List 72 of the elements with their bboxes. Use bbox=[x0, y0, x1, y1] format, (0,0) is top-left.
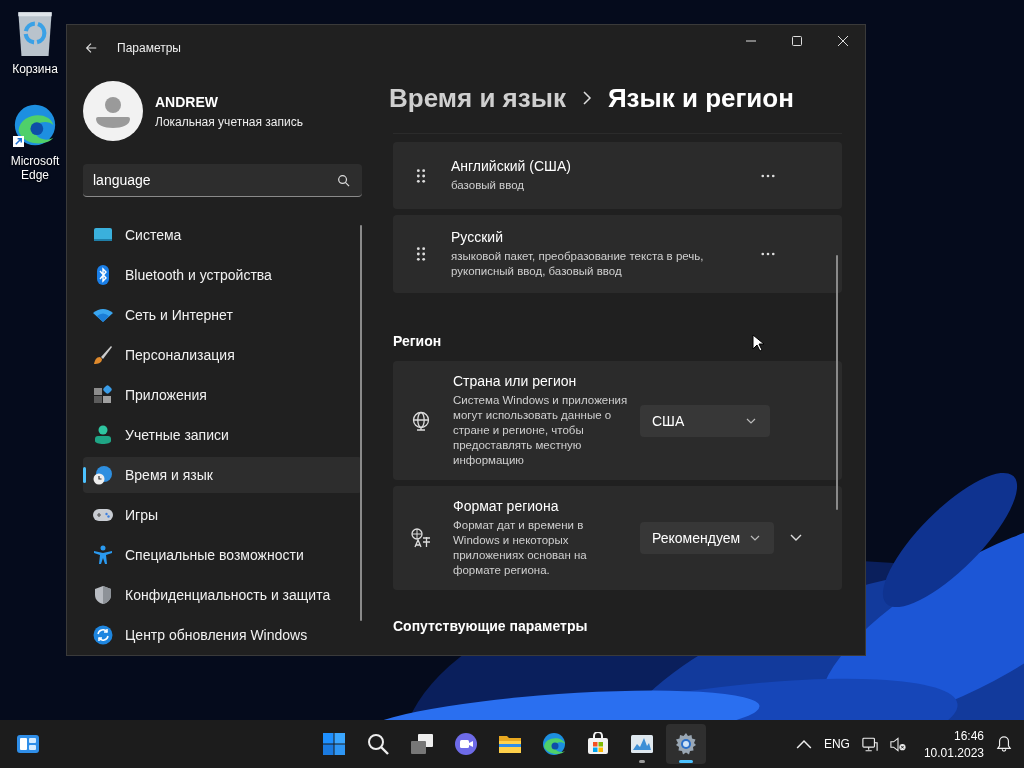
network-monitor-icon[interactable] bbox=[861, 736, 878, 752]
nav-item[interactable]: Сеть и Интернет bbox=[83, 297, 362, 333]
gear-icon bbox=[674, 732, 698, 756]
page-title: Язык и регион bbox=[607, 82, 794, 114]
drag-handle-icon[interactable] bbox=[415, 167, 427, 184]
clock-time[interactable]: 16:46 bbox=[953, 728, 984, 743]
nav-item[interactable]: Система bbox=[83, 217, 362, 253]
windows-logo-icon bbox=[322, 732, 346, 756]
more-icon[interactable] bbox=[761, 252, 775, 256]
widgets-icon[interactable] bbox=[16, 732, 40, 756]
section-heading: Регион bbox=[393, 333, 442, 349]
nav-item[interactable]: Центр обновления Windows bbox=[83, 617, 362, 653]
language-format-icon bbox=[411, 528, 431, 548]
nav-item[interactable]: Игры bbox=[83, 497, 362, 533]
search-icon[interactable] bbox=[337, 174, 350, 187]
setting-title: Формат региона bbox=[453, 498, 560, 514]
globe-icon bbox=[411, 410, 431, 431]
chevron-down-icon bbox=[750, 535, 761, 541]
cursor-icon bbox=[752, 334, 764, 352]
dropdown[interactable]: Рекомендуем bbox=[640, 522, 775, 554]
breadcrumb-link[interactable]: Время и язык bbox=[389, 82, 566, 114]
account-type: Локальная учетная запись bbox=[155, 114, 303, 129]
language-name: Английский (США) bbox=[451, 158, 572, 174]
dropdown[interactable]: США bbox=[640, 404, 770, 437]
task-view-icon bbox=[410, 732, 434, 756]
setting-description: Формат дат и времени в Windows и некоторых приложениях основан на формате региона. bbox=[453, 518, 588, 578]
expand-chevron-icon[interactable] bbox=[790, 534, 803, 542]
language-card[interactable]: Русский языковой пакет, преобразование текста в речь, рукописный ввод, базовый ввод bbox=[393, 215, 842, 293]
drag-handle-icon[interactable] bbox=[415, 246, 427, 262]
apps-icon bbox=[93, 385, 113, 405]
language-name: Русский bbox=[451, 229, 504, 245]
nav-item[interactable]: Время и язык bbox=[83, 457, 362, 493]
speaker-muted-icon[interactable] bbox=[889, 736, 906, 752]
maximize-icon[interactable] bbox=[791, 35, 803, 47]
accessibility-icon bbox=[93, 545, 113, 565]
close-icon[interactable] bbox=[837, 35, 849, 47]
language-features: языковой пакет, преобразование текста в речь, рукописный ввод, базовый ввод bbox=[451, 249, 705, 279]
edge-icon bbox=[542, 732, 566, 756]
nav-item[interactable]: Приложения bbox=[83, 377, 362, 413]
language-features: базовый ввод bbox=[451, 178, 526, 193]
user-name: ANDREW bbox=[155, 93, 219, 110]
nav-item[interactable]: Bluetooth и устройства bbox=[83, 257, 362, 293]
search-field[interactable]: language bbox=[83, 164, 362, 197]
person-icon bbox=[93, 425, 113, 445]
window-title: Параметры bbox=[117, 41, 181, 55]
language-card[interactable]: Английский (США) базовый ввод bbox=[393, 142, 842, 209]
setting-title: Страна или регион bbox=[453, 373, 578, 389]
section-heading: Сопутствующие параметры bbox=[393, 618, 588, 636]
chevron-right-icon bbox=[581, 91, 592, 105]
chevron-down-icon bbox=[746, 417, 756, 424]
notification-bell-icon[interactable] bbox=[996, 736, 1012, 752]
nav-item[interactable]: Конфиденциальность и защита bbox=[83, 577, 362, 613]
globe-clock-icon bbox=[93, 465, 113, 485]
search-icon bbox=[366, 732, 390, 756]
brush-icon bbox=[93, 345, 113, 365]
nav-item[interactable]: Учетные записи bbox=[83, 417, 362, 453]
avatar-icon[interactable] bbox=[83, 81, 143, 141]
store-icon bbox=[586, 732, 610, 756]
input-language[interactable]: ENG bbox=[823, 737, 850, 751]
clock-date[interactable]: 10.01.2023 bbox=[923, 745, 984, 760]
desktop-icon-label[interactable]: Microsoft Edge bbox=[6, 154, 64, 182]
more-icon[interactable] bbox=[761, 173, 775, 178]
update-icon bbox=[93, 625, 113, 645]
shield-icon bbox=[93, 585, 113, 605]
nav-item[interactable]: Специальные возможности bbox=[83, 537, 362, 573]
performance-chart-icon bbox=[630, 732, 654, 756]
setting-description: Система Windows и приложения могут использовать данные о стране и регионе, чтобы предоставлять местную информацию bbox=[453, 393, 628, 468]
back-arrow-icon[interactable] bbox=[84, 41, 98, 55]
taskbar-button[interactable] bbox=[666, 724, 706, 764]
nav-item[interactable]: Персонализация bbox=[83, 337, 362, 373]
desktop-icon-label[interactable]: Корзина bbox=[12, 62, 58, 76]
video-chat-icon bbox=[454, 732, 478, 756]
